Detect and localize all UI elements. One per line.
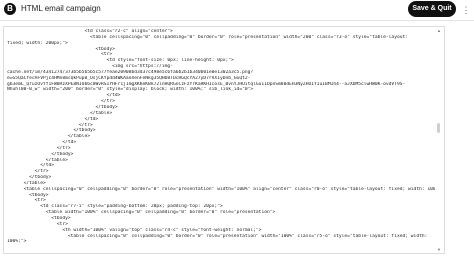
scroll-thumb[interactable]: [437, 123, 440, 133]
more-options-icon[interactable]: ⋮: [461, 4, 471, 16]
scroll-up-arrow-icon[interactable]: ▲: [436, 28, 442, 33]
top-bar: B HTML email campaign Save & Quit ⋮: [0, 0, 474, 21]
scroll-down-arrow-icon[interactable]: ▼: [436, 247, 442, 252]
code-content[interactable]: <td class="r2-c" align="center"> <table …: [7, 29, 435, 245]
code-line[interactable]: <table cellspacing="0" cellpadding="0" b…: [7, 35, 435, 41]
html-code-editor[interactable]: <td class="r2-c" align="center"> <table …: [3, 26, 445, 254]
campaign-title: HTML email campaign: [21, 4, 101, 13]
code-line[interactable]: <table cellspacing="0" cellpadding="0" b…: [7, 234, 435, 240]
brevo-logo-icon: B: [4, 3, 16, 15]
save-and-quit-button[interactable]: Save & Quit: [408, 1, 456, 17]
code-line[interactable]: 100%;">: [7, 239, 435, 245]
editor-scrollbar[interactable]: ▲ ▼: [436, 28, 442, 252]
code-line[interactable]: <table cellspacing="0" cellpadding="0" b…: [7, 187, 435, 193]
